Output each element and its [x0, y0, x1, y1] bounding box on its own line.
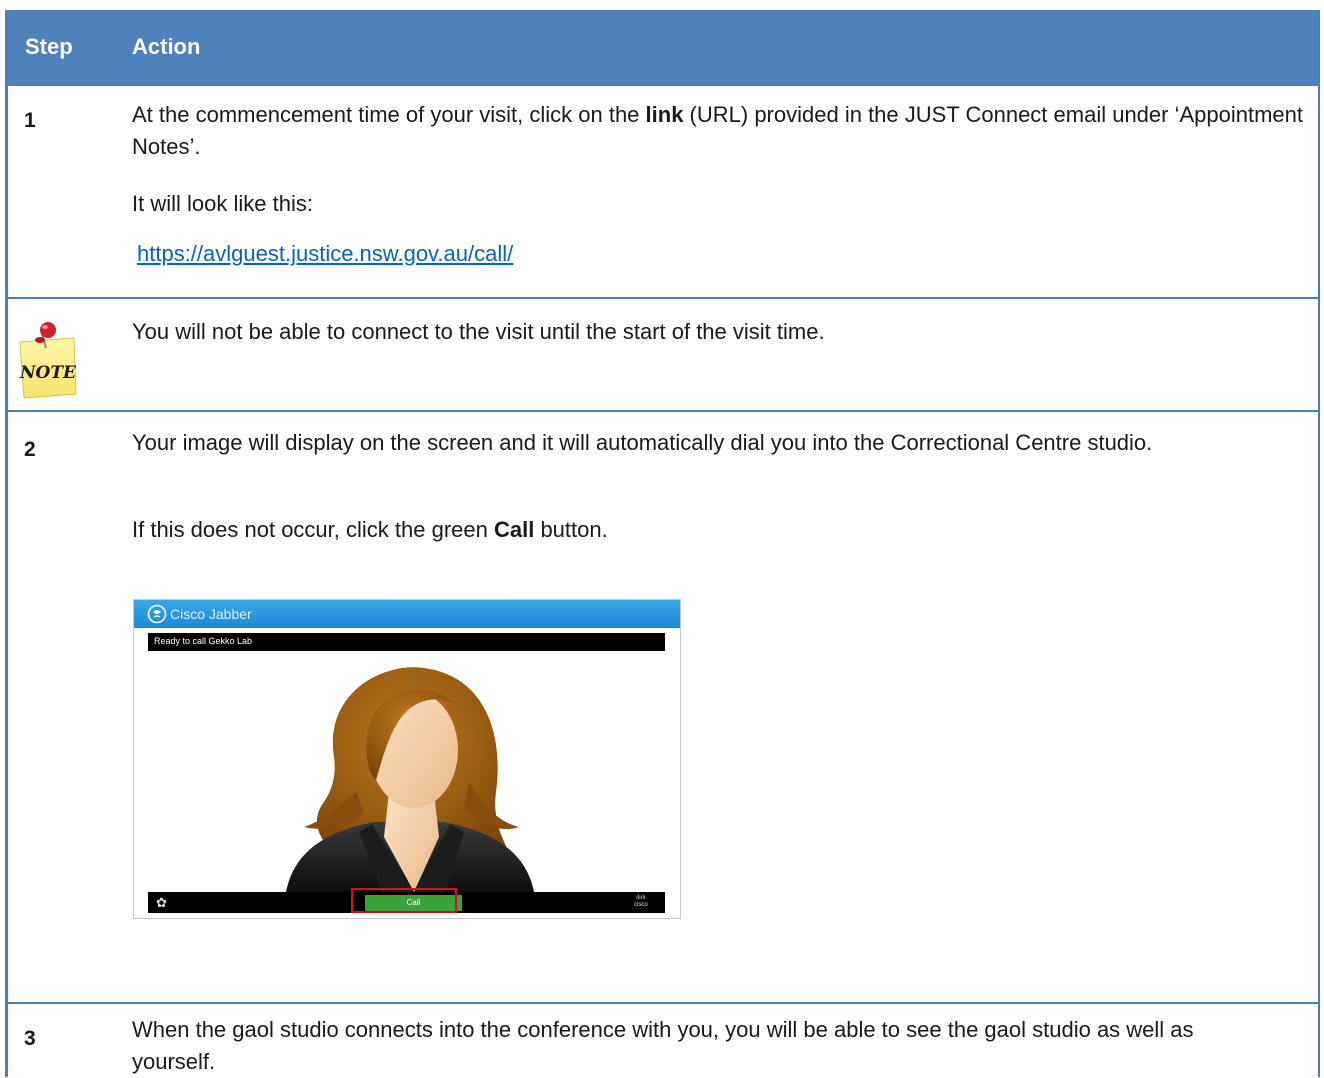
- step-number: 2: [24, 438, 36, 461]
- jabber-logo-icon: [147, 604, 167, 624]
- step-number: 1: [24, 109, 36, 132]
- row-divider: [5, 297, 1320, 299]
- jabber-title: Cisco Jabber: [170, 606, 252, 622]
- row-divider: [5, 410, 1320, 412]
- step-3-instruction: When the gaol studio connects into the c…: [132, 1017, 1194, 1074]
- cisco-jabber-screenshot: Cisco Jabber Ready to call Gekko Lab ✿ C…: [133, 599, 681, 919]
- jabber-titlebar: Cisco Jabber: [134, 600, 680, 628]
- jabber-status-bar: Ready to call Gekko Lab: [148, 633, 665, 651]
- table-right-border: [1318, 10, 1320, 1077]
- link-keyword: link: [645, 102, 684, 127]
- jabber-status-text: Ready to call Gekko Lab: [154, 636, 253, 646]
- svg-text:NOTE: NOTE: [19, 363, 77, 383]
- step-1-note: It will look like this:: [132, 191, 313, 216]
- example-url-link[interactable]: https://avlguest.justice.nsw.gov.au/call…: [137, 238, 1317, 270]
- note-text: You will not be able to connect to the v…: [132, 319, 825, 344]
- step-2-instruction: Your image will display on the screen an…: [132, 430, 1153, 455]
- settings-gear-icon[interactable]: ✿: [156, 895, 167, 911]
- step-column-header: Step: [25, 34, 73, 59]
- step-2-call-instruction: If this does not occur, click the green …: [132, 517, 608, 542]
- call-keyword: Call: [493, 517, 535, 542]
- cisco-bars-icon: ılıılı: [636, 895, 646, 901]
- table-left-border: [5, 10, 8, 1077]
- action-column-header: Action: [132, 34, 201, 59]
- step-1-instruction: At the commencement time of your visit, …: [132, 102, 1304, 159]
- cisco-logo: ılıılı cisco: [634, 895, 648, 908]
- default-avatar-image: [286, 667, 534, 892]
- note-pushpin-icon: NOTE: [19, 322, 77, 399]
- row-divider: [5, 1002, 1320, 1004]
- step-number: 3: [24, 1027, 36, 1050]
- table-header: Step Action: [5, 10, 1320, 86]
- call-button-highlight: [351, 888, 457, 913]
